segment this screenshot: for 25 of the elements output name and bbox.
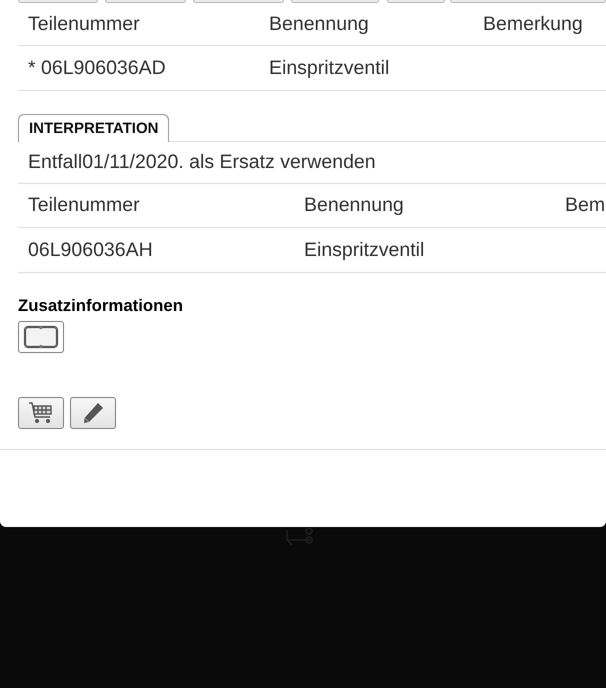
shopping-cart-icon bbox=[28, 401, 54, 425]
frame-button[interactable] bbox=[18, 321, 64, 353]
cut-off-button[interactable] bbox=[104, 0, 186, 3]
table-cell-text: * 06L906036AD bbox=[27, 56, 167, 80]
pencil-icon bbox=[82, 402, 104, 424]
cut-off-button[interactable] bbox=[290, 0, 380, 3]
column-header: Benennung bbox=[303, 194, 405, 217]
column-header: Benennung bbox=[268, 12, 370, 36]
column-header: Bem bbox=[564, 194, 606, 217]
tab[interactable]: INTERPRETATION bbox=[18, 114, 170, 142]
column-header: Bemerkung bbox=[482, 12, 584, 36]
cut-off-button[interactable] bbox=[18, 0, 98, 3]
cart-button[interactable] bbox=[18, 397, 64, 429]
frame-icon bbox=[23, 325, 59, 349]
cut-off-button[interactable] bbox=[387, 0, 445, 3]
section-heading: Zusatzinformationen bbox=[18, 296, 184, 316]
cut-off-button[interactable] bbox=[192, 0, 284, 3]
table-cell-text: 06L906036AH bbox=[27, 238, 154, 262]
table-cell-text: Einspritzventil bbox=[268, 56, 390, 80]
note-text: Entfall01/11/2020. als Ersatz verwenden bbox=[18, 142, 606, 184]
edit-button[interactable] bbox=[70, 397, 116, 429]
cut-off-button[interactable] bbox=[450, 0, 606, 3]
table-cell-text: Einspritzventil bbox=[303, 238, 426, 262]
column-header: Teilenummer bbox=[27, 12, 141, 36]
column-header: Teilenummer bbox=[27, 194, 141, 217]
